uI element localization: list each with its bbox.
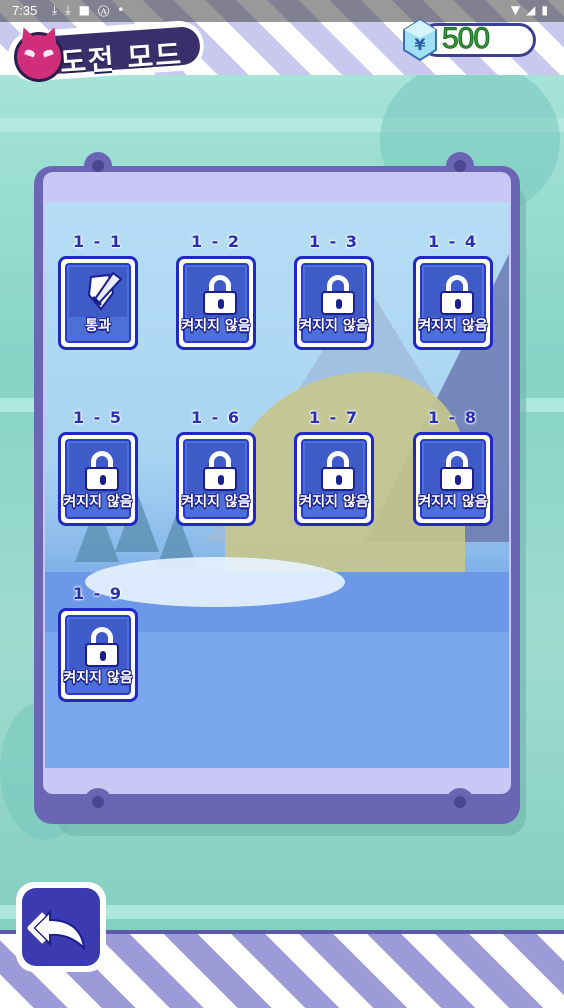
download-icon: ⤓ [52, 3, 66, 17]
level-tile[interactable]: 켜지지 않음 [58, 432, 138, 526]
signal-icon: ◢ [526, 3, 542, 17]
dot-icon: • [117, 3, 133, 17]
lock-icon [321, 451, 355, 491]
currency-amount: 500 [441, 22, 490, 56]
devil-icon [14, 32, 64, 82]
level-1-3[interactable]: 1 - 3 켜지지 않음 [292, 232, 376, 352]
level-number: 1 - 4 [427, 232, 479, 251]
level-status: 켜지지 않음 [299, 318, 369, 334]
level-status: 켜지지 않음 [181, 494, 251, 510]
lock-icon [321, 275, 355, 315]
page-title: 도전 모드 [59, 37, 184, 80]
board-ring [446, 788, 474, 816]
board-ring [84, 788, 112, 816]
level-status: 켜지지 않음 [299, 494, 369, 510]
lock-icon [85, 451, 119, 491]
level-1-4[interactable]: 1 - 4 켜지지 않음 [411, 232, 495, 352]
back-arrow-icon [27, 909, 86, 951]
level-number: 1 - 5 [72, 408, 124, 427]
lock-icon [85, 627, 119, 667]
level-number: 1 - 9 [72, 584, 124, 603]
lock-icon [440, 275, 474, 315]
level-tile[interactable]: 켜지지 않음 [413, 432, 493, 526]
notification-icons: ⤓⤓■Ⓐ• [52, 3, 132, 18]
level-status: 켜지지 않음 [418, 494, 488, 510]
level-1-1[interactable]: 1 - 1 통과 [56, 232, 140, 352]
level-status: 켜지지 않음 [63, 670, 133, 686]
level-tile[interactable]: 켜지지 않음 [176, 432, 256, 526]
level-1-7[interactable]: 1 - 7 켜지지 않음 [292, 408, 376, 528]
level-1-8[interactable]: 1 - 8 켜지지 않음 [411, 408, 495, 528]
gem-icon: ¥ [403, 18, 437, 62]
download-icon: ⤓ [65, 3, 79, 17]
level-number: 1 - 6 [190, 408, 242, 427]
system-icons: ▼◢▮ [511, 3, 554, 17]
level-status: 켜지지 않음 [63, 494, 133, 510]
a-app-icon: Ⓐ [97, 3, 118, 17]
svg-text:¥: ¥ [414, 35, 425, 54]
level-number: 1 - 7 [308, 408, 360, 427]
level-status: 켜지지 않음 [418, 318, 488, 334]
level-1-5[interactable]: 1 - 5 켜지지 않음 [56, 408, 140, 528]
level-tile[interactable]: 켜지지 않음 [176, 256, 256, 350]
level-number: 1 - 8 [427, 408, 479, 427]
level-status: 켜지지 않음 [181, 318, 251, 334]
level-1-2[interactable]: 1 - 2 켜지지 않음 [174, 232, 258, 352]
level-number: 1 - 1 [72, 232, 124, 251]
level-1-9[interactable]: 1 - 9 켜지지 않음 [56, 584, 140, 704]
lock-icon [440, 451, 474, 491]
status-bar: 7:35 ⤓⤓■Ⓐ• ▼◢▮ [0, 0, 564, 22]
wifi-icon: ▼ [510, 3, 527, 17]
level-tile[interactable]: 켜지지 않음 [294, 432, 374, 526]
level-number: 1 - 2 [190, 232, 242, 251]
currency-display: ¥ 500 [400, 18, 538, 62]
mode-title-banner: 도전 모드 [6, 19, 208, 83]
level-tile[interactable]: 켜지지 않음 [58, 608, 138, 702]
sword-shield-icon [87, 271, 123, 311]
level-status: 통과 [85, 318, 111, 334]
battery-icon: ▮ [541, 3, 554, 17]
lock-icon [203, 275, 237, 315]
level-1-6[interactable]: 1 - 6 켜지지 않음 [174, 408, 258, 528]
lock-icon [203, 451, 237, 491]
level-tile[interactable]: 켜지지 않음 [413, 256, 493, 350]
square-app-icon: ■ [78, 3, 98, 17]
level-number: 1 - 3 [308, 232, 360, 251]
level-tile[interactable]: 켜지지 않음 [294, 256, 374, 350]
status-time: 7:35 [12, 3, 38, 18]
back-button[interactable] [16, 882, 106, 972]
level-tile[interactable]: 통과 [58, 256, 138, 350]
back-button-face[interactable] [22, 888, 100, 966]
